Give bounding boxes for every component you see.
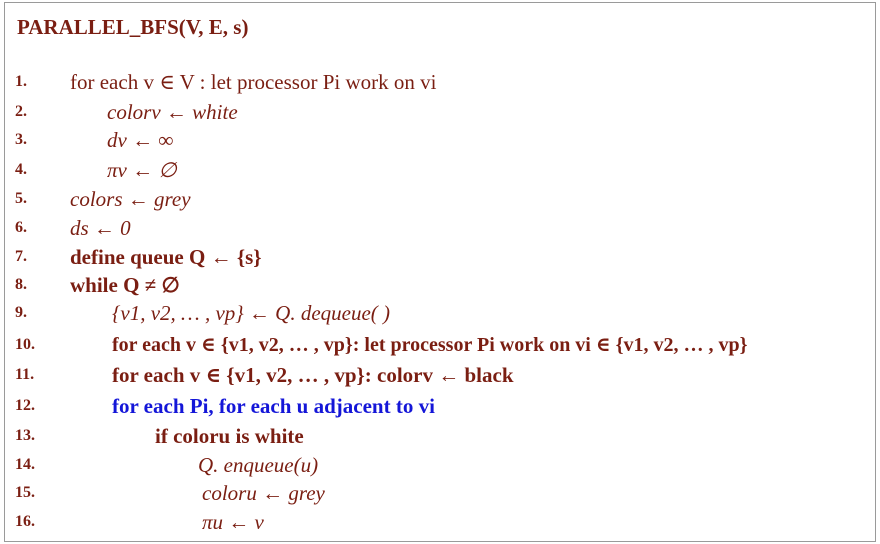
code-text: while Q ≠ ∅ bbox=[70, 273, 180, 297]
line-number: 1. bbox=[15, 73, 27, 90]
line-number: 4. bbox=[15, 161, 27, 178]
code-text: {v1, v2, … , vp} ← Q. dequeue( ) bbox=[112, 301, 391, 325]
code-text: πv ← ∅ bbox=[107, 158, 177, 182]
code-text: for each Pi, for each u adjacent to vi bbox=[112, 394, 435, 418]
line-number: 5. bbox=[15, 190, 27, 207]
line-number: 14. bbox=[15, 456, 35, 473]
code-text: ds ← 0 bbox=[70, 216, 131, 240]
line-number: 6. bbox=[15, 219, 27, 236]
code-text: Q. enqueue(u) bbox=[198, 453, 319, 477]
code-text: define queue Q ← {s} bbox=[70, 245, 262, 269]
algorithm-title: PARALLEL_BFS(V, E, s) bbox=[17, 15, 249, 39]
code-text: dv ← ∞ bbox=[107, 128, 174, 152]
line-number: 7. bbox=[15, 248, 27, 265]
code-text: if coloru is white bbox=[155, 424, 304, 448]
line-number: 10. bbox=[15, 336, 35, 353]
line-number: 12. bbox=[15, 397, 35, 414]
line-number: 2. bbox=[15, 103, 27, 120]
code-text: πu ← v bbox=[202, 510, 264, 534]
code-text: for each v ∈ V : let processor Pi work o… bbox=[70, 70, 437, 94]
algorithm-box: PARALLEL_BFS(V, E, s) 1. for each v ∈ V … bbox=[4, 2, 876, 542]
code-text: for each v ∈ {v1, v2, … , vp}: colorv ← … bbox=[112, 363, 514, 387]
code-text: for each v ∈ {v1, v2, … , vp}: let proce… bbox=[112, 334, 748, 356]
code-text: colorv ← white bbox=[107, 100, 238, 124]
line-number: 15. bbox=[15, 484, 35, 501]
line-number: 8. bbox=[15, 276, 27, 293]
line-number: 11. bbox=[15, 366, 35, 383]
line-number: 16. bbox=[15, 513, 35, 530]
line-number: 13. bbox=[15, 427, 35, 444]
line-number: 9. bbox=[15, 304, 27, 321]
code-text: coloru ← grey bbox=[202, 481, 325, 505]
line-number: 3. bbox=[15, 131, 27, 148]
code-text: colors ← grey bbox=[70, 187, 191, 211]
